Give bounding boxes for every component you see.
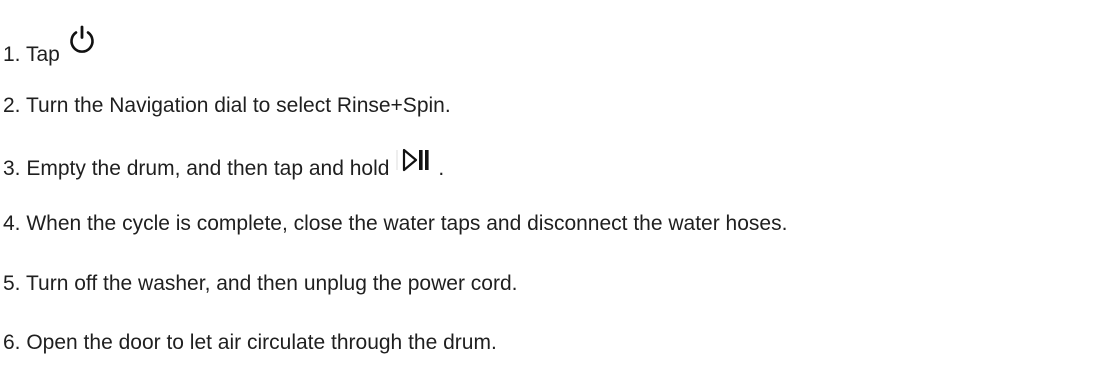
step-3-period: . [438,157,445,180]
step-5: 5. Turn off the washer, and then unplug … [3,271,517,297]
step-6: 6. Open the door to let air circulate th… [3,330,497,356]
instruction-list: 1. Tap 2. Turn the Navigation dial to se… [0,0,1108,383]
step-1-text: 1. Tap [3,43,60,66]
play-pause-icon [396,148,432,179]
step-5-text: 5. Turn off the washer, and then unplug … [3,272,518,295]
step-4: 4. When the cycle is complete, close the… [3,211,787,237]
step-2-text: 2. Turn the Navigation dial to select Ri… [3,94,451,117]
power-icon [67,25,97,62]
step-1: 1. Tap [3,25,97,68]
step-4-text: 4. When the cycle is complete, close the… [3,212,788,235]
step-6-text: 6. Open the door to let air circulate th… [3,331,497,354]
step-3: 3. Empty the drum, and then tap and hold… [3,148,445,182]
step-2: 2. Turn the Navigation dial to select Ri… [3,93,451,119]
step-3-text: 3. Empty the drum, and then tap and hold [3,157,390,180]
